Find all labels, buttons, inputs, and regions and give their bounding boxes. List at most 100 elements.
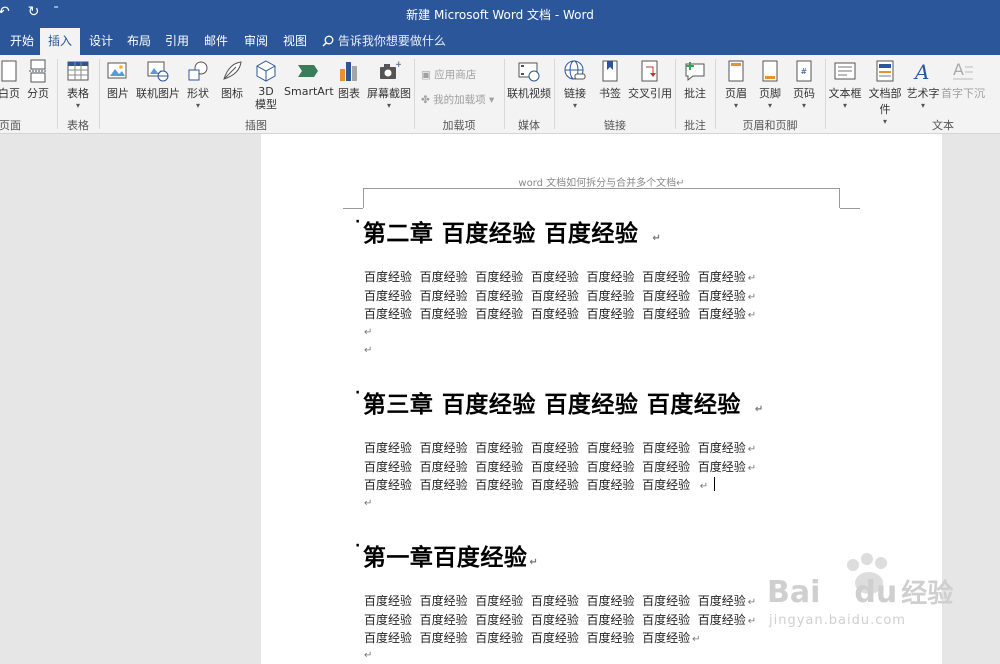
header-corner-mark	[839, 188, 840, 208]
page-number-icon: #	[796, 60, 812, 82]
tab-view[interactable]: 视图	[275, 28, 315, 55]
separator	[675, 59, 676, 129]
paragraph-mark: ↵	[747, 462, 757, 474]
store-icon: ▣	[421, 69, 431, 81]
ribbon: 白页 分页 页面 表格 ▾ 表格 图片 联机图片 形状 ▾ 图标 3D 模型 S…	[0, 55, 1000, 134]
paragraph-mark: ↵	[747, 273, 757, 284]
header-corner-mark	[343, 208, 363, 209]
comment-label: 批注	[684, 87, 706, 100]
blank-page-button[interactable]: 白页	[0, 57, 24, 101]
page-number-label: 页码	[793, 87, 815, 100]
online-picture-icon	[147, 61, 169, 82]
footer-button[interactable]: 页脚 ▾	[755, 57, 785, 110]
heading-chapter-1[interactable]: ·第一章百度经验 ↵	[355, 538, 538, 572]
tell-me-box[interactable]: 告诉我你想要做什么	[322, 28, 446, 55]
screenshot-button[interactable]: + 屏幕截图 ▾	[366, 57, 412, 110]
svg-text:+: +	[395, 60, 401, 70]
shapes-button[interactable]: 形状 ▾	[183, 57, 213, 110]
paragraph[interactable]: 百度经验 百度经验 百度经验 百度经验 百度经验 百度经验 百度经验 ↵ 百度经验…	[364, 593, 756, 649]
wordart-button[interactable]: A 艺术字 ▾	[906, 57, 940, 110]
paragraph[interactable]: 百度经验 百度经验 百度经验 百度经验 百度经验 百度经验 百度经验 ↵ 百度经验…	[364, 269, 756, 325]
table-label: 表格	[67, 87, 89, 100]
tab-references[interactable]: 引用	[157, 28, 197, 55]
page-break-icon	[29, 59, 47, 83]
heading-chapter-3[interactable]: ·第三章 百度经验 百度经验 百度经验 ↵	[355, 385, 764, 419]
my-addins-label: 我的加载项	[433, 94, 486, 106]
text-line: 百度经验 百度经验 百度经验 百度经验 百度经验 百度经验 百度经验	[364, 307, 746, 321]
drop-cap-label: 首字下沉	[941, 87, 985, 100]
svg-text:A: A	[953, 60, 964, 79]
online-video-button[interactable]: 联机视频	[507, 57, 551, 101]
footer-icon	[762, 60, 778, 82]
tab-mailings[interactable]: 邮件	[196, 28, 236, 55]
separator	[554, 59, 555, 129]
bookmark-button[interactable]: 书签	[595, 57, 625, 101]
link-button[interactable]: 链接 ▾	[560, 57, 590, 110]
page-break-label: 分页	[27, 87, 49, 100]
quick-parts-button[interactable]: 文档部件 ▾	[864, 57, 906, 126]
header-label: 页眉	[725, 87, 747, 100]
header-button[interactable]: 页眉 ▾	[721, 57, 751, 110]
paragraph-mark: ↵	[747, 444, 757, 455]
group-header-footer: 页眉和页脚	[742, 119, 798, 132]
tab-design[interactable]: 设计	[81, 28, 121, 55]
paragraph-mark: ↵	[747, 615, 757, 627]
header-icon	[728, 60, 744, 82]
paragraph[interactable]: 百度经验 百度经验 百度经验 百度经验 百度经验 百度经验 百度经验 ↵ 百度经验…	[364, 440, 756, 496]
table-button[interactable]: 表格 ▾	[63, 57, 93, 110]
chevron-down-icon: ▾	[767, 101, 772, 110]
text-line: 百度经验 百度经验 百度经验 百度经验 百度经验 百度经验 百度经验	[364, 594, 746, 608]
chart-button[interactable]: 图表	[334, 57, 364, 101]
store-button[interactable]: ▣ 应用商店	[421, 67, 476, 82]
group-text: 文本	[827, 117, 1000, 133]
text-line: 百度经验 百度经验 百度经验 百度经验 百度经验 百度经验 百度经验	[364, 459, 746, 474]
online-picture-label: 联机图片	[136, 87, 180, 100]
text-box-icon	[834, 62, 856, 80]
drop-cap-button[interactable]: A 首字下沉	[940, 57, 986, 101]
shapes-label: 形状	[187, 87, 209, 100]
chevron-down-icon: ▾	[733, 101, 738, 110]
page-number-button[interactable]: # 页码 ▾	[789, 57, 819, 110]
tab-home[interactable]: 开始	[2, 28, 42, 55]
3d-model-button[interactable]: 3D 模型	[251, 57, 281, 111]
comment-icon	[685, 62, 705, 82]
paragraph-mark: ↵	[747, 597, 757, 608]
shapes-icon	[188, 61, 208, 81]
paragraph-mark: ↵	[699, 481, 709, 492]
chevron-down-icon: ▾	[386, 101, 391, 110]
chevron-down-icon: ▾	[75, 101, 80, 110]
text-box-button[interactable]: 文本框 ▾	[827, 57, 863, 110]
online-video-label: 联机视频	[507, 87, 551, 100]
smartart-icon	[298, 65, 318, 77]
cube-icon	[256, 60, 276, 82]
picture-button[interactable]: 图片	[103, 57, 133, 101]
cross-reference-button[interactable]: 交叉引用	[628, 57, 672, 101]
drop-cap-icon: A	[953, 60, 973, 80]
icons-label: 图标	[221, 87, 243, 100]
icons-button[interactable]: 图标	[217, 57, 247, 101]
wordart-icon: A	[913, 60, 929, 83]
heading-chapter-2[interactable]: ·第二章 百度经验 百度经验 ↵	[355, 214, 661, 248]
text-line: 百度经验 百度经验 百度经验 百度经验 百度经验 百度经验 百度经验	[364, 288, 746, 303]
separator	[715, 59, 716, 129]
my-addins-button[interactable]: ✤ 我的加载项 ▾	[421, 92, 494, 107]
svg-text:#: #	[801, 67, 808, 76]
online-picture-button[interactable]: 联机图片	[136, 57, 180, 101]
tab-insert[interactable]: 插入	[40, 28, 81, 55]
text-box-label: 文本框	[828, 87, 862, 100]
watermark-brand-part: Bai	[767, 575, 821, 610]
camera-icon: +	[380, 60, 401, 79]
page-header-text[interactable]: word 文档如何拆分与合并多个文档↵	[261, 174, 942, 189]
tab-layout[interactable]: 布局	[119, 28, 159, 55]
tab-review[interactable]: 审阅	[236, 28, 276, 55]
group-media: 媒体	[518, 119, 540, 132]
table-icon	[67, 61, 89, 81]
group-comments: 批注	[684, 119, 706, 132]
chevron-down-icon: ▾	[572, 101, 577, 110]
comment-button[interactable]: 批注	[680, 57, 710, 101]
page-break-button[interactable]: 分页	[24, 57, 52, 101]
bookmark-label: 书签	[599, 87, 621, 100]
smartart-button[interactable]: SmartArt	[284, 57, 334, 98]
text-line: 百度经验 百度经验 百度经验 百度经验 百度经验 百度经验 百度经验	[364, 270, 746, 284]
picture-label: 图片	[107, 87, 129, 100]
